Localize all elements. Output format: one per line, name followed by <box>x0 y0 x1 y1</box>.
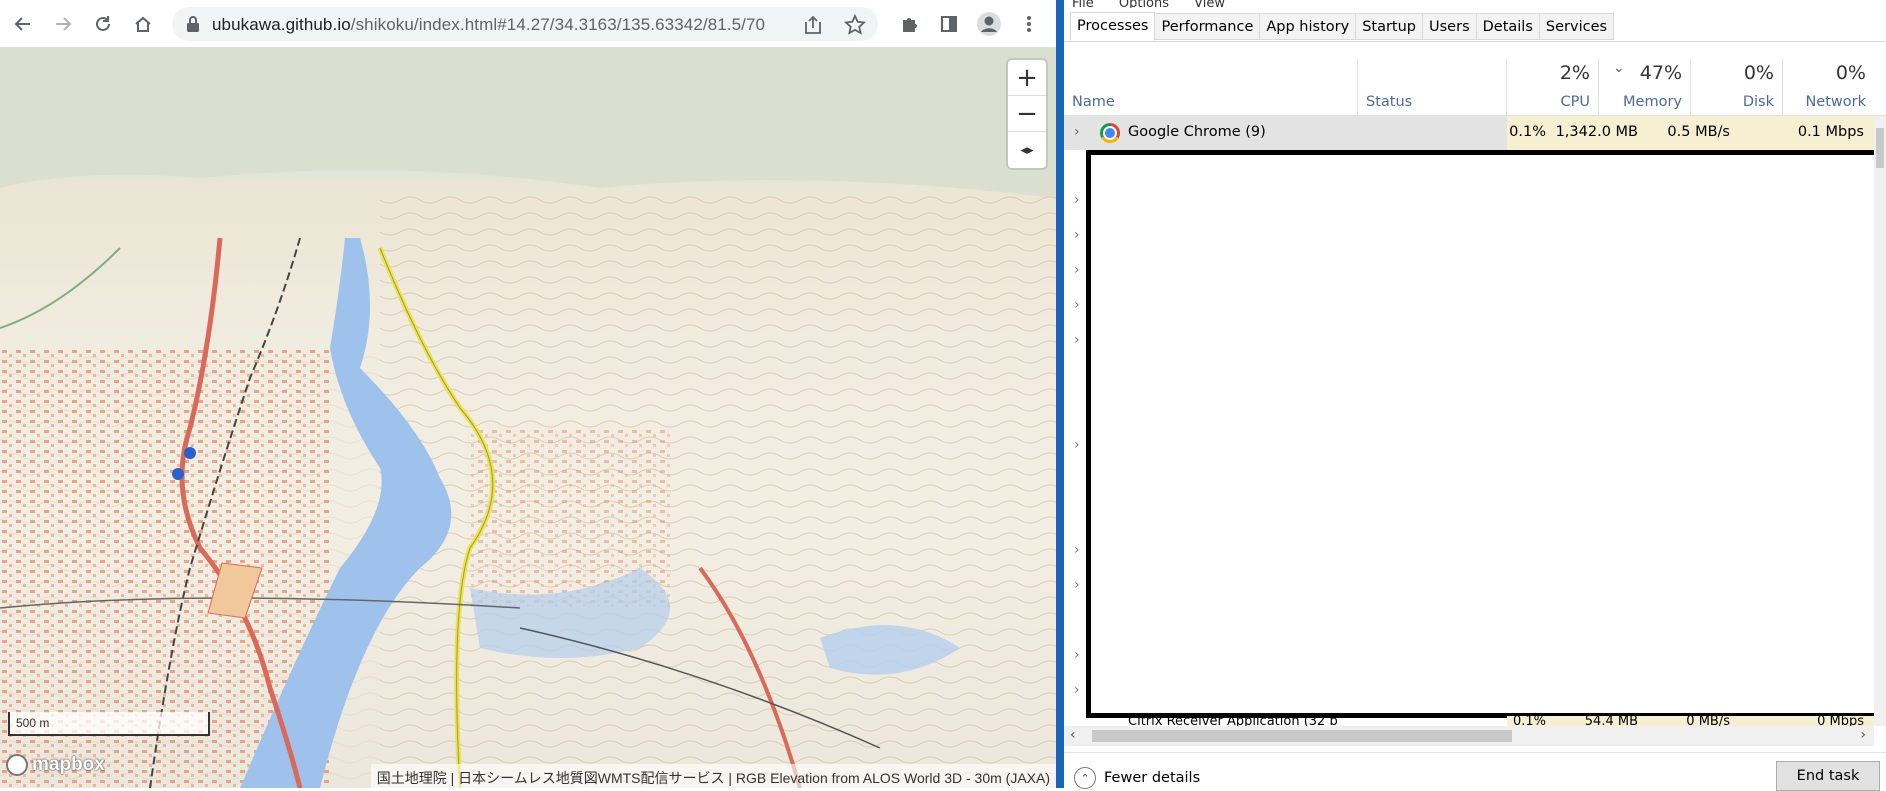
map-canvas[interactable]: + − ◂▸ 500 m mapbox 国土地理院 | 日本シームレス地質図WM… <box>0 48 1056 788</box>
mapbox-logo-text: mapbox <box>32 754 105 775</box>
column-cpu-label: CPU <box>1560 94 1590 110</box>
process-disk: 0.5 MB/s <box>1667 124 1730 140</box>
column-status-label: Status <box>1366 94 1413 110</box>
compass-reset-button[interactable]: ◂▸ <box>1008 132 1046 168</box>
column-disk[interactable]: 0% Disk <box>1691 58 1783 116</box>
disk-total-percent: 0% <box>1743 62 1774 84</box>
extensions-puzzle-icon[interactable] <box>894 9 924 39</box>
browser-window: ubukawa.github.io/shikoku/index.html#14.… <box>0 0 1056 788</box>
scroll-left-arrow-icon[interactable]: ‹ <box>1070 727 1076 743</box>
expand-chevron-icon[interactable]: › <box>1074 577 1080 593</box>
tab-details[interactable]: Details <box>1476 13 1540 40</box>
scroll-right-arrow-icon[interactable]: › <box>1860 727 1866 743</box>
process-cpu: 0.1% <box>1509 124 1546 140</box>
horizontal-scrollbar[interactable]: ‹ › <box>1064 726 1874 746</box>
column-disk-label: Disk <box>1742 94 1774 110</box>
tab-services[interactable]: Services <box>1539 13 1615 40</box>
process-row-google-chrome[interactable]: › Google Chrome (9) 0.1% 1,342.0 MB 0.5 … <box>1064 116 1886 150</box>
url-text[interactable]: ubukawa.github.io/shikoku/index.html#14.… <box>212 15 765 35</box>
zoom-in-button[interactable]: + <box>1008 60 1046 96</box>
expand-chevron-icon[interactable]: › <box>1074 682 1080 698</box>
expand-chevron-icon[interactable]: › <box>1074 297 1080 313</box>
column-status[interactable]: Status <box>1358 58 1507 116</box>
sort-descending-chevron-icon: ⌄ <box>1613 60 1625 76</box>
map-scale-bar: 500 m <box>8 712 210 736</box>
task-manager-footer: ⌃ Fewer details End task <box>1064 752 1886 791</box>
expand-chevron-icon[interactable]: › <box>1074 124 1080 140</box>
tab-underline-divider <box>1064 41 1886 42</box>
redacted-region <box>1086 150 1882 718</box>
process-network: 0.1 Mbps <box>1797 124 1864 140</box>
browser-menu-kebab-icon[interactable] <box>1014 9 1044 39</box>
expand-chevron-icon[interactable]: › <box>1074 437 1080 453</box>
horizontal-scrollbar-thumb[interactable] <box>1092 730 1512 742</box>
expand-chevron-icon[interactable]: › <box>1074 647 1080 663</box>
home-icon[interactable] <box>128 9 158 39</box>
column-network[interactable]: 0% Network <box>1783 58 1874 116</box>
column-memory-label: Memory <box>1623 94 1682 110</box>
share-icon[interactable] <box>802 14 824 36</box>
process-name: Google Chrome (9) <box>1128 124 1266 140</box>
expand-chevron-icon[interactable]: › <box>1074 262 1080 278</box>
chrome-icon <box>1100 123 1120 143</box>
chevron-up-circle-icon: ⌃ <box>1074 767 1096 789</box>
tab-performance[interactable]: Performance <box>1155 13 1261 40</box>
mapbox-logo[interactable]: mapbox <box>6 754 105 776</box>
url-path: /shikoku/index.html#14.27/34.3163/135.63… <box>350 15 766 34</box>
window-divider <box>1056 0 1064 788</box>
process-column-headers: Name Status 2% CPU ⌄ 47% Memory 0% Disk … <box>1064 58 1886 116</box>
process-memory: 1,342.0 MB <box>1555 124 1638 140</box>
expand-chevron-icon[interactable]: › <box>1074 542 1080 558</box>
address-bar[interactable]: ubukawa.github.io/shikoku/index.html#14.… <box>172 7 878 41</box>
vertical-scrollbar-thumb[interactable] <box>1876 128 1884 168</box>
map-attribution[interactable]: 国土地理院 | 日本シームレス地質図WMTS配信サービス | RGB Eleva… <box>370 764 1056 788</box>
lock-icon[interactable] <box>186 15 200 33</box>
tab-processes[interactable]: Processes <box>1070 12 1156 41</box>
forward-icon[interactable] <box>48 9 78 39</box>
network-total-percent: 0% <box>1835 62 1866 84</box>
menu-options[interactable]: Options <box>1119 0 1169 8</box>
url-host: ubukawa.github.io <box>212 15 351 34</box>
menu-view[interactable]: View <box>1194 0 1225 8</box>
side-panel-icon[interactable] <box>934 9 964 39</box>
tab-app-history[interactable]: App history <box>1260 13 1357 40</box>
zoom-control-group: + − ◂▸ <box>1008 60 1046 168</box>
column-network-label: Network <box>1805 94 1866 110</box>
profile-avatar-icon[interactable] <box>974 9 1004 39</box>
expand-chevron-icon[interactable]: › <box>1074 332 1080 348</box>
zoom-out-button[interactable]: − <box>1008 96 1046 132</box>
tab-users[interactable]: Users <box>1423 13 1477 40</box>
menu-file[interactable]: File <box>1072 0 1094 8</box>
column-name-label: Name <box>1072 94 1115 110</box>
column-cpu[interactable]: 2% CPU <box>1507 58 1599 116</box>
task-manager-window: File Options View Processes Performance … <box>1064 0 1886 791</box>
reload-icon[interactable] <box>88 9 118 39</box>
cpu-total-percent: 2% <box>1559 62 1590 84</box>
task-manager-menubar: File Options View <box>1064 0 1886 8</box>
tab-startup[interactable]: Startup <box>1356 13 1424 40</box>
vertical-scrollbar[interactable] <box>1874 116 1886 726</box>
bookmark-star-icon[interactable] <box>844 14 866 36</box>
expand-chevron-icon[interactable]: › <box>1074 227 1080 243</box>
memory-total-percent: 47% <box>1639 62 1682 84</box>
task-manager-tabs: Processes Performance App history Startu… <box>1070 12 1615 41</box>
back-icon[interactable] <box>8 9 38 39</box>
expand-chevron-icon[interactable]: › <box>1074 192 1080 208</box>
column-name[interactable]: Name <box>1064 58 1358 116</box>
column-memory[interactable]: ⌄ 47% Memory <box>1599 58 1691 116</box>
mapbox-logo-mark-icon <box>6 754 28 776</box>
fewer-details-toggle[interactable]: ⌃ Fewer details <box>1074 767 1200 789</box>
terrain-map-image <box>0 48 1056 788</box>
fewer-details-label: Fewer details <box>1104 770 1201 786</box>
end-task-button[interactable]: End task <box>1776 761 1880 791</box>
browser-toolbar: ubukawa.github.io/shikoku/index.html#14.… <box>0 0 1056 48</box>
